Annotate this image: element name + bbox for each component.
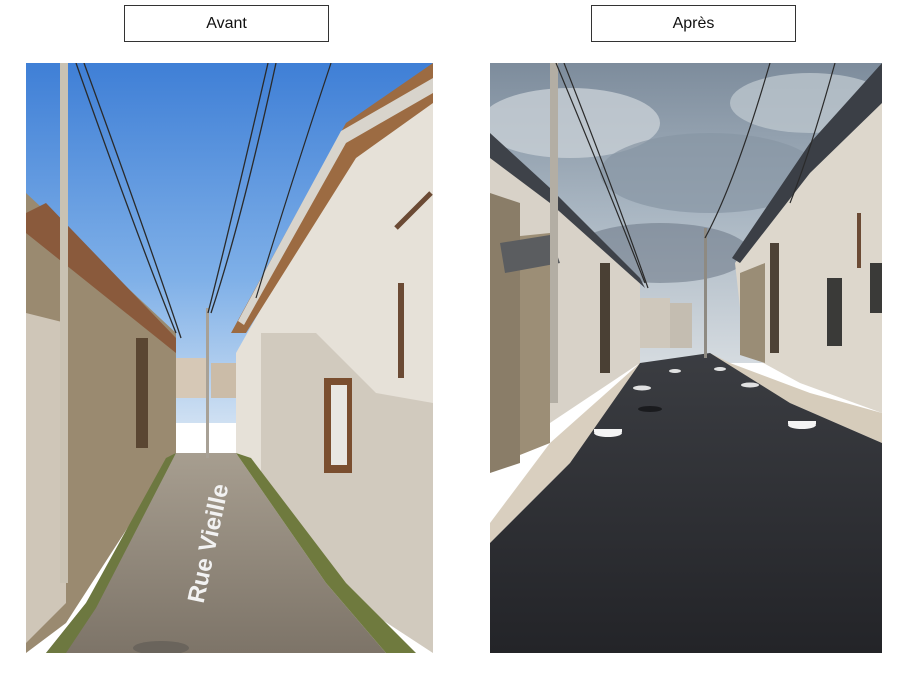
utility-pole — [550, 63, 558, 403]
before-label-text: Avant — [206, 14, 247, 32]
before-label: Avant — [124, 5, 329, 42]
pedestrian-marking-right — [788, 421, 816, 429]
after-label-text: Après — [672, 14, 715, 32]
pedestrian-marking-left — [594, 429, 622, 437]
after-photo — [490, 63, 882, 653]
utility-pole — [60, 63, 68, 583]
before-photo: Rue Vieille — [26, 63, 433, 653]
before-photo-illustration: Rue Vieille — [26, 63, 433, 653]
after-label: Après — [591, 5, 796, 42]
after-photo-illustration — [490, 63, 882, 653]
